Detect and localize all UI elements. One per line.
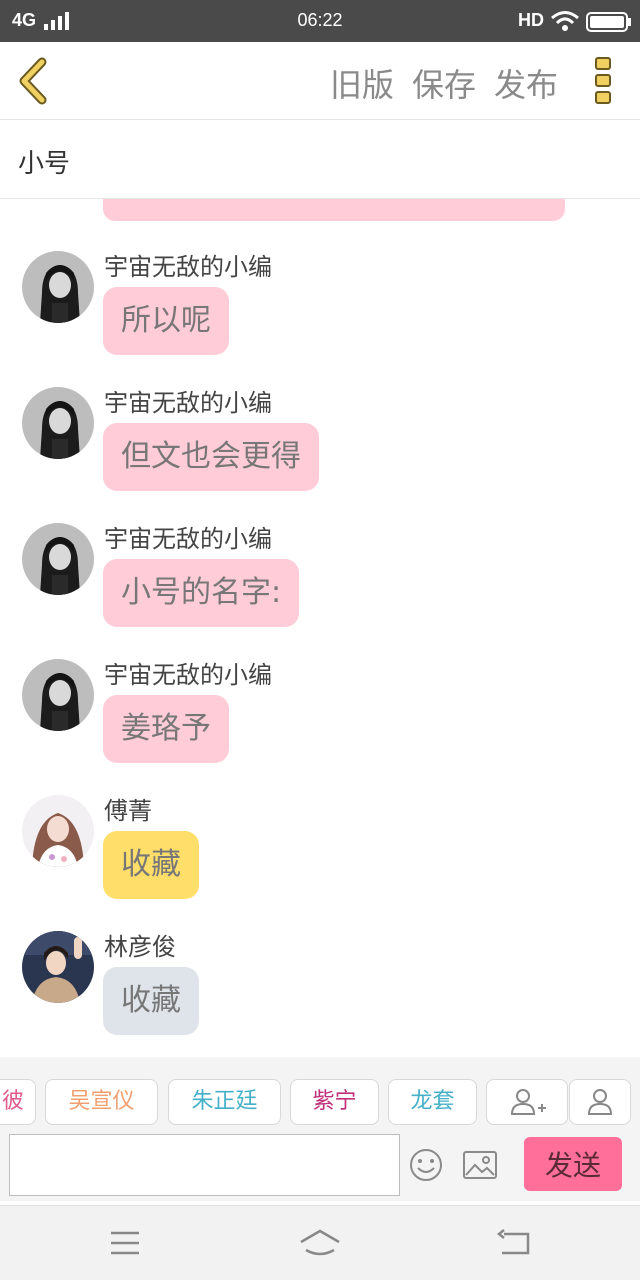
input-bar: 发送 — [0, 1129, 640, 1201]
chat-header: 小号 — [0, 121, 640, 199]
character-chip[interactable]: 龙套 — [388, 1079, 477, 1125]
chat-message: 宇宙无敌的小编 姜珞予 — [22, 655, 622, 775]
dark-avatar-icon — [22, 523, 94, 595]
sender-name: 宇宙无敌的小编 — [104, 253, 272, 281]
wifi-icon — [551, 11, 579, 31]
avatar[interactable] — [22, 251, 94, 323]
chat-message: 傅菁 收藏 — [22, 791, 622, 911]
boy-avatar-icon — [22, 931, 94, 1003]
character-chips: 彼 吴宣仪 朱正廷 紫宁 龙套 — [0, 1057, 640, 1129]
chat-message: 林彦俊 收藏 — [22, 927, 622, 1047]
character-chip[interactable]: 紫宁 — [290, 1079, 379, 1125]
character-chip[interactable]: 彼 — [0, 1079, 36, 1125]
sender-name: 宇宙无敌的小编 — [104, 661, 272, 689]
avatar[interactable] — [22, 523, 94, 595]
menu-icon[interactable] — [108, 1228, 142, 1258]
top-nav: 旧版 保存 发布 — [0, 42, 640, 120]
more-icon[interactable] — [592, 54, 616, 108]
nav-actions: 旧版 保存 发布 — [330, 60, 558, 106]
old-version-button[interactable]: 旧版 — [330, 60, 394, 106]
message-input[interactable] — [9, 1134, 400, 1196]
chat-message: 宇宙无敌的小编 但文也会更得 — [22, 383, 622, 503]
light-avatar-icon — [22, 795, 94, 867]
save-button[interactable]: 保存 — [412, 60, 476, 106]
sender-name: 傅菁 — [104, 797, 152, 825]
return-icon[interactable] — [496, 1228, 532, 1258]
image-icon[interactable] — [462, 1149, 498, 1181]
battery-icon — [586, 12, 631, 32]
avatar[interactable] — [22, 795, 94, 867]
add-user-icon — [510, 1089, 546, 1115]
dark-avatar-icon — [22, 387, 94, 459]
message-bubble[interactable]: 但文也会更得 — [103, 423, 319, 491]
message-bubble-partial — [103, 199, 565, 221]
hd-label: HD — [518, 10, 544, 30]
back-icon[interactable] — [14, 56, 54, 106]
character-chip[interactable]: 朱正廷 — [168, 1079, 281, 1125]
message-bubble[interactable]: 姜珞予 — [103, 695, 229, 763]
avatar[interactable] — [22, 387, 94, 459]
send-button[interactable]: 发送 — [524, 1137, 622, 1191]
status-bar: 4G 06:22 HD — [0, 0, 640, 42]
user-icon — [587, 1089, 613, 1115]
sender-name: 林彦俊 — [104, 933, 176, 961]
chat-message: 宇宙无敌的小编 所以呢 — [22, 247, 622, 367]
chat-title: 小号 — [18, 149, 71, 179]
dark-avatar-icon — [22, 659, 94, 731]
message-bubble[interactable]: 小号的名字: — [103, 559, 300, 627]
sender-name: 宇宙无敌的小编 — [104, 525, 272, 553]
avatar[interactable] — [22, 659, 94, 731]
sender-name: 宇宙无敌的小编 — [104, 389, 272, 417]
clock: 06:22 — [297, 10, 343, 30]
chat-message: 宇宙无敌的小编 小号的名字: — [22, 519, 622, 639]
message-bubble[interactable]: 收藏 — [103, 967, 199, 1035]
character-chip[interactable]: 吴宣仪 — [45, 1079, 158, 1125]
home-icon[interactable] — [298, 1228, 342, 1258]
avatar[interactable] — [22, 931, 94, 1003]
dark-avatar-icon — [22, 251, 94, 323]
chat-area[interactable]: 宇宙无敌的小编 所以呢 宇宙无敌的小编 但文也会更得 宇宙无敌的小编 小号的名字… — [0, 199, 640, 1057]
message-bubble[interactable]: 收藏 — [103, 831, 199, 899]
system-nav-bar — [0, 1205, 640, 1280]
message-bubble[interactable]: 所以呢 — [103, 287, 229, 355]
narrator-button[interactable] — [569, 1079, 631, 1125]
emoji-icon[interactable] — [408, 1147, 444, 1183]
publish-button[interactable]: 发布 — [494, 60, 558, 106]
add-character-button[interactable] — [486, 1079, 568, 1125]
